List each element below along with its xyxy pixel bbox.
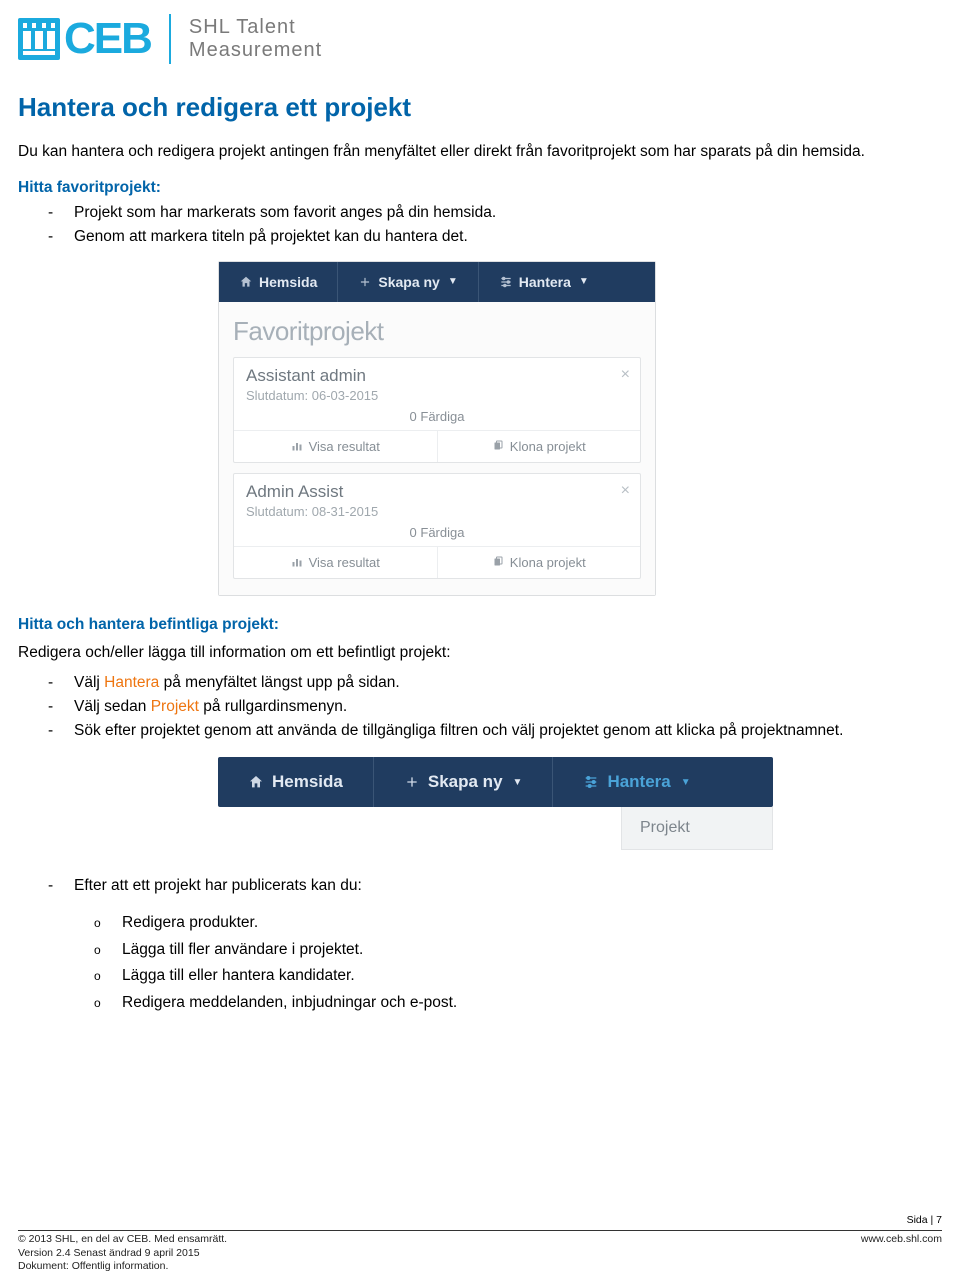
embedded-screenshot-nav-dropdown: Hemsida Skapa ny ▼ Hantera ▼ Projekt <box>218 757 773 850</box>
logo-building-icon <box>18 18 60 60</box>
nav-create-label: Skapa ny <box>378 274 439 290</box>
clone-project-label: Klona projekt <box>510 555 586 570</box>
list-text: Välj sedan <box>74 698 151 715</box>
nav-create-label: Skapa ny <box>428 772 503 792</box>
nav-manage-label: Hantera <box>519 274 571 290</box>
section-lede: Redigera och/eller lägga till informatio… <box>18 642 942 664</box>
nav-home[interactable]: Hemsida <box>219 262 338 302</box>
list-item: Redigera produkter. <box>94 910 942 936</box>
project-end-date: Slutdatum: 06-03-2015 <box>246 388 628 403</box>
panel-title: Favoritprojekt <box>233 316 641 347</box>
nav-home[interactable]: Hemsida <box>218 757 374 807</box>
bar-chart-icon <box>291 440 303 452</box>
existing-bullet-list: Välj Hantera på menyfältet längst upp på… <box>48 671 942 743</box>
embedded-screenshot-favourite-panel: Hemsida Skapa ny ▼ Hantera ▼ Favoritproj… <box>218 261 656 596</box>
footer-copyright: © 2013 SHL, en del av CEB. Med ensamrätt… <box>18 1233 227 1247</box>
list-text: Välj <box>74 674 104 691</box>
logo-tagline-line1: SHL Talent <box>189 16 322 39</box>
list-item: Lägga till eller hantera kandidater. <box>94 963 942 989</box>
clone-project-label: Klona projekt <box>510 439 586 454</box>
after-publish-list: Efter att ett projekt har publicerats ka… <box>48 874 942 898</box>
logo-ceb-block: CEB <box>18 14 151 64</box>
nav-manage-label: Hantera <box>607 772 670 792</box>
list-text: på menyfältet längst upp på sidan. <box>159 674 399 691</box>
plus-icon <box>404 774 420 790</box>
footer-left: © 2013 SHL, en del av CEB. Med ensamrätt… <box>18 1233 227 1274</box>
close-icon[interactable]: × <box>621 482 630 500</box>
project-completed-count: 0 Färdiga <box>246 519 628 546</box>
view-results-link[interactable]: Visa resultat <box>234 431 438 462</box>
highlight-projekt: Projekt <box>151 698 199 715</box>
logo-header: CEB SHL Talent Measurement <box>18 14 942 64</box>
bar-chart-icon <box>291 556 303 568</box>
nav-manage[interactable]: Hantera ▼ <box>479 262 609 302</box>
nav-create[interactable]: Skapa ny ▼ <box>338 262 478 302</box>
project-card: × Assistant admin Slutdatum: 06-03-2015 … <box>233 357 641 463</box>
home-icon <box>239 275 253 289</box>
copy-icon <box>492 556 504 568</box>
caret-down-icon: ▼ <box>513 777 523 788</box>
list-item: Genom att markera titeln på projektet ka… <box>48 225 942 249</box>
intro-paragraph: Du kan hantera och redigera projekt anti… <box>18 141 942 163</box>
favourite-bullet-list: Projekt som har markerats som favorit an… <box>48 201 942 249</box>
nav-home-label: Hemsida <box>272 772 343 792</box>
page-number: Sida | 7 <box>907 1214 942 1226</box>
caret-down-icon: ▼ <box>681 777 691 788</box>
close-icon[interactable]: × <box>621 366 630 384</box>
section-heading-favourite: Hitta favoritprojekt: <box>18 179 942 197</box>
list-text: på rullgardinsmenyn. <box>199 698 347 715</box>
project-end-date: Slutdatum: 08-31-2015 <box>246 504 628 519</box>
project-card: × Admin Assist Slutdatum: 08-31-2015 0 F… <box>233 473 641 579</box>
list-item: Välj Hantera på menyfältet längst upp på… <box>48 671 942 695</box>
clone-project-link[interactable]: Klona projekt <box>438 431 641 462</box>
plus-icon <box>358 275 372 289</box>
caret-down-icon: ▼ <box>579 276 589 287</box>
sliders-icon <box>583 774 599 790</box>
nav-manage-active[interactable]: Hantera ▼ <box>553 757 720 807</box>
list-item: Efter att ett projekt har publicerats ka… <box>48 874 942 898</box>
list-item: Redigera meddelanden, inbjudningar och e… <box>94 990 942 1016</box>
home-icon <box>248 774 264 790</box>
list-item: Sök efter projektet genom att använda de… <box>48 719 942 743</box>
project-name[interactable]: Admin Assist <box>246 482 628 502</box>
clone-project-link[interactable]: Klona projekt <box>438 547 641 578</box>
nav-bar: Hemsida Skapa ny ▼ Hantera ▼ <box>218 757 773 807</box>
view-results-label: Visa resultat <box>309 439 380 454</box>
logo-ceb-text: CEB <box>64 14 151 64</box>
footer-version: Version 2.4 Senast ändrad 9 april 2015 <box>18 1247 227 1261</box>
view-results-label: Visa resultat <box>309 555 380 570</box>
list-item: Välj sedan Projekt på rullgardinsmenyn. <box>48 695 942 719</box>
nav-create[interactable]: Skapa ny ▼ <box>374 757 554 807</box>
dropdown-item-projekt[interactable]: Projekt <box>621 807 773 850</box>
project-completed-count: 0 Färdiga <box>246 403 628 430</box>
caret-down-icon: ▼ <box>448 276 458 287</box>
page-footer: © 2013 SHL, en del av CEB. Med ensamrätt… <box>18 1230 942 1274</box>
nav-home-label: Hemsida <box>259 274 317 290</box>
footer-url: www.ceb.shl.com <box>861 1233 942 1245</box>
list-item: Lägga till fler användare i projektet. <box>94 937 942 963</box>
logo-separator <box>169 14 171 64</box>
page-title: Hantera och redigera ett projekt <box>18 92 942 123</box>
highlight-hantera: Hantera <box>104 674 159 691</box>
sliders-icon <box>499 275 513 289</box>
view-results-link[interactable]: Visa resultat <box>234 547 438 578</box>
logo-tagline-line2: Measurement <box>189 39 322 62</box>
copy-icon <box>492 440 504 452</box>
section-heading-existing: Hitta och hantera befintliga projekt: <box>18 616 942 634</box>
footer-classification: Dokument: Offentlig information. <box>18 1260 227 1274</box>
logo-tagline: SHL Talent Measurement <box>189 16 322 62</box>
project-name[interactable]: Assistant admin <box>246 366 628 386</box>
nav-bar: Hemsida Skapa ny ▼ Hantera ▼ <box>219 262 655 302</box>
after-publish-sublist: Redigera produkter. Lägga till fler anvä… <box>94 910 942 1015</box>
list-item: Projekt som har markerats som favorit an… <box>48 201 942 225</box>
